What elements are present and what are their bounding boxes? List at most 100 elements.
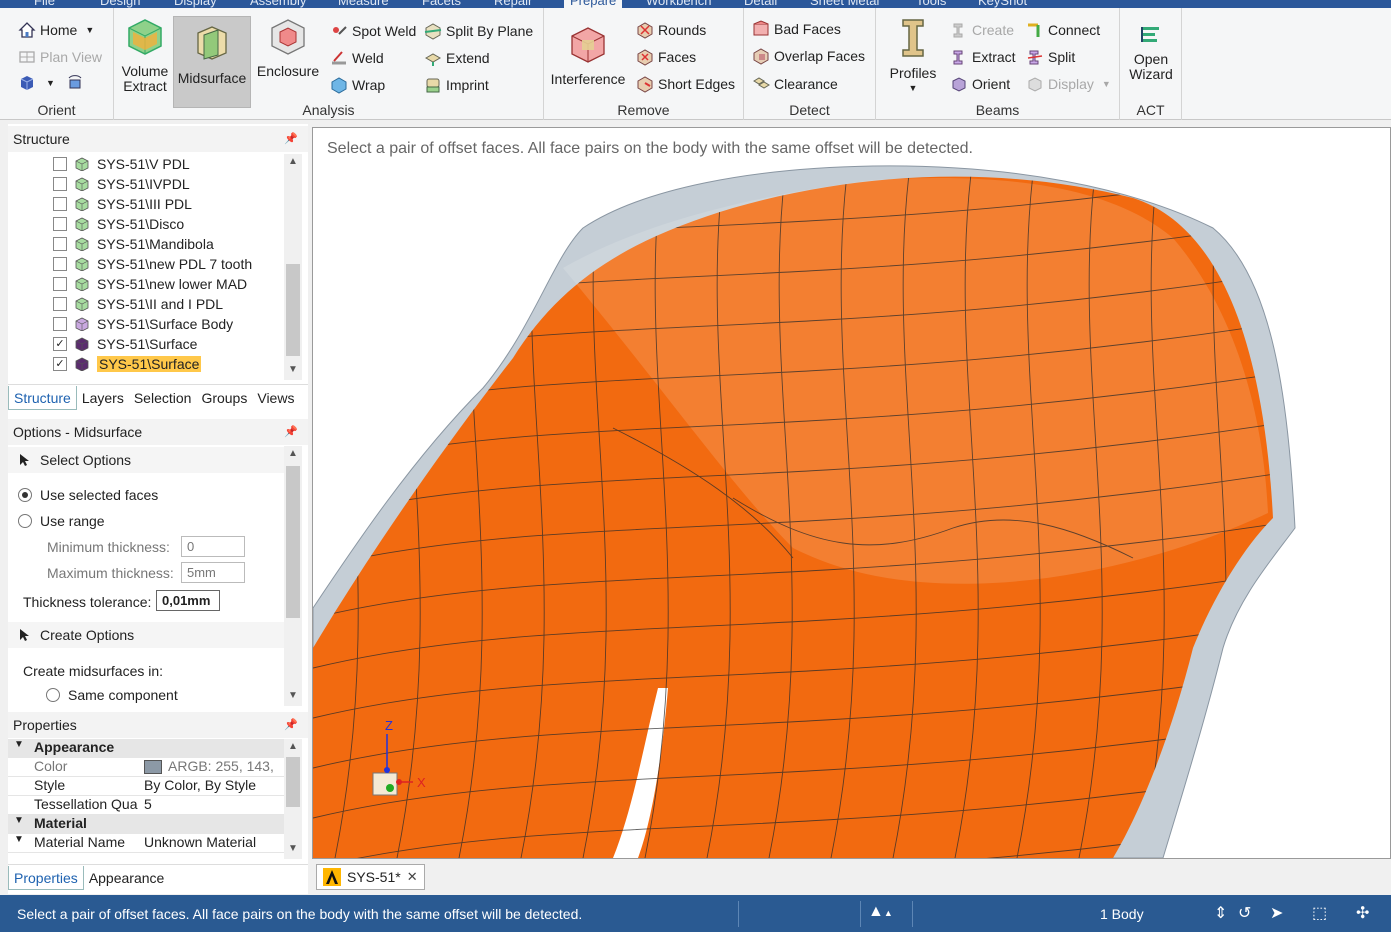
tab-groups[interactable]: Groups <box>196 386 252 410</box>
document-tab[interactable]: SYS-51* ✕ <box>316 864 425 890</box>
tab-assembly[interactable]: Assembly <box>250 0 306 8</box>
short-edges-button[interactable]: Short Edges <box>636 72 735 96</box>
3d-viewport[interactable]: Z X Select a pair of offset faces. All f… <box>312 127 1391 859</box>
same-component-radio[interactable] <box>46 688 60 702</box>
spin-icon[interactable]: ⇕ <box>1214 903 1227 923</box>
select-options-header[interactable]: Select Options <box>8 447 286 473</box>
undo-select-icon[interactable]: ↺ <box>1238 903 1251 923</box>
scroll-thumb[interactable] <box>286 466 300 618</box>
tree-item[interactable]: SYS-51\V PDL <box>53 154 190 174</box>
tree-item[interactable]: SYS-51\IVPDL <box>53 174 190 194</box>
display-mode-icon[interactable]: ✣ <box>1356 903 1369 923</box>
visibility-checkbox[interactable] <box>53 257 67 271</box>
tab-design[interactable]: Design <box>100 0 140 8</box>
visibility-checkbox[interactable] <box>53 157 67 171</box>
thickness-tolerance-field[interactable]: 0,01mm <box>156 590 220 611</box>
tab-tools[interactable]: Tools <box>916 0 946 8</box>
open-wizard-button[interactable]: Open Wizard <box>1124 22 1178 82</box>
scroll-thumb[interactable] <box>286 757 300 807</box>
collapse-icon[interactable]: ▼ <box>14 739 24 750</box>
midsurface-button[interactable]: Midsurface <box>173 16 251 108</box>
volume-extract-button[interactable]: Volume Extract <box>116 14 174 94</box>
bad-faces-button[interactable]: Bad Faces <box>752 17 841 41</box>
scroll-up-icon[interactable]: ▲ <box>284 154 302 170</box>
visibility-checkbox[interactable]: ✓ <box>53 357 67 371</box>
tab-sheet-metal[interactable]: Sheet Metal <box>810 0 879 8</box>
visibility-checkbox[interactable] <box>53 197 67 211</box>
orient-beam-button[interactable]: Orient <box>950 72 1010 96</box>
tab-properties[interactable]: Properties <box>8 865 84 890</box>
visibility-checkbox[interactable] <box>53 177 67 191</box>
tab-structure[interactable]: Structure <box>8 385 77 410</box>
tab-prepare[interactable]: Prepare <box>564 0 623 8</box>
use-selected-faces-radio[interactable] <box>18 488 32 502</box>
color-property[interactable]: Color ARGB: 255, 143, <box>8 758 284 777</box>
visibility-checkbox[interactable] <box>53 217 67 231</box>
tab-selection[interactable]: Selection <box>129 386 197 410</box>
profiles-button[interactable]: Profiles ▼ <box>884 16 942 96</box>
max-thickness-field[interactable]: 5mm <box>181 562 245 583</box>
tree-item[interactable]: ✓ SYS-51\Surface <box>53 334 197 354</box>
connect-beam-button[interactable]: Connect <box>1026 18 1100 42</box>
imprint-button[interactable]: Imprint <box>424 73 489 97</box>
structure-scrollbar[interactable]: ▲ ▼ <box>284 154 302 380</box>
tree-item[interactable]: SYS-51\III PDL <box>53 194 192 214</box>
material-name-property[interactable]: ▼ Material Name Unknown Material <box>8 834 284 853</box>
split-beam-button[interactable]: Split <box>1026 45 1075 69</box>
pin-icon[interactable]: 📌 <box>284 419 298 445</box>
tab-file[interactable]: File <box>34 0 55 8</box>
tree-item[interactable]: SYS-51\Mandibola <box>53 234 214 254</box>
properties-scrollbar[interactable]: ▲ ▼ <box>284 739 302 859</box>
style-property[interactable]: Style By Color, By Style <box>8 777 284 796</box>
scroll-up-icon[interactable]: ▲ <box>284 739 302 755</box>
tab-layers[interactable]: Layers <box>77 386 129 410</box>
pin-icon[interactable]: 📌 <box>284 126 298 152</box>
visibility-checkbox[interactable] <box>53 297 67 311</box>
visibility-checkbox[interactable] <box>53 317 67 331</box>
scroll-down-icon[interactable]: ▼ <box>284 841 302 857</box>
tab-detail[interactable]: Detail <box>744 0 777 8</box>
tab-measure[interactable]: Measure <box>338 0 389 8</box>
tab-workbench[interactable]: Workbench <box>646 0 712 8</box>
scroll-thumb[interactable] <box>286 264 300 356</box>
tab-keyshot[interactable]: KeyShot <box>978 0 1027 8</box>
rounds-button[interactable]: Rounds <box>636 18 706 42</box>
collapse-icon[interactable]: ▼ <box>14 815 24 826</box>
selection-filter-icon[interactable]: ▲▲ <box>868 903 893 921</box>
model-render[interactable]: Z X <box>313 128 1390 858</box>
use-range-radio[interactable] <box>18 514 32 528</box>
min-thickness-field[interactable]: 0 <box>181 536 245 557</box>
tab-views[interactable]: Views <box>252 386 299 410</box>
scroll-up-icon[interactable]: ▲ <box>284 446 302 462</box>
pointer-icon[interactable]: ➤ <box>1270 903 1283 923</box>
home-button[interactable]: Home ▼ <box>18 18 94 42</box>
spin-view-button[interactable] <box>66 71 84 95</box>
appearance-category[interactable]: ▼ Appearance <box>8 739 284 758</box>
overlap-faces-button[interactable]: Overlap Faces <box>752 44 865 68</box>
tree-item[interactable]: SYS-51\new PDL 7 tooth <box>53 254 252 274</box>
tree-item[interactable]: SYS-51\Surface Body <box>53 314 233 334</box>
wrap-button[interactable]: Wrap <box>330 73 385 97</box>
pin-icon[interactable]: 📌 <box>284 712 298 738</box>
close-icon[interactable]: ✕ <box>407 869 418 885</box>
tab-facets[interactable]: Facets <box>422 0 461 8</box>
faces-button[interactable]: Faces <box>636 45 696 69</box>
view-cube-button[interactable]: ▼ <box>18 71 55 95</box>
clearance-button[interactable]: Clearance <box>752 72 838 96</box>
material-category[interactable]: ▼ Material <box>8 815 284 834</box>
interference-button[interactable]: Interference <box>548 22 628 87</box>
enclosure-button[interactable]: Enclosure <box>255 14 321 79</box>
visibility-checkbox[interactable]: ✓ <box>53 337 67 351</box>
use-selected-faces-option[interactable]: Use selected faces <box>8 482 286 508</box>
extract-beam-button[interactable]: Extract <box>950 45 1016 69</box>
plan-view-button[interactable]: Plan View <box>18 45 102 69</box>
weld-button[interactable]: Weld <box>330 46 384 70</box>
same-component-option[interactable]: Same component <box>8 682 286 706</box>
create-beam-button[interactable]: Create <box>950 18 1014 42</box>
create-options-header[interactable]: Create Options <box>8 622 286 648</box>
spot-weld-button[interactable]: Spot Weld <box>330 19 416 43</box>
split-by-plane-button[interactable]: Split By Plane <box>424 19 533 43</box>
tab-display[interactable]: Display <box>174 0 217 8</box>
tree-item[interactable]: ✓ SYS-51\Surface <box>53 354 202 374</box>
use-range-option[interactable]: Use range <box>8 508 286 534</box>
